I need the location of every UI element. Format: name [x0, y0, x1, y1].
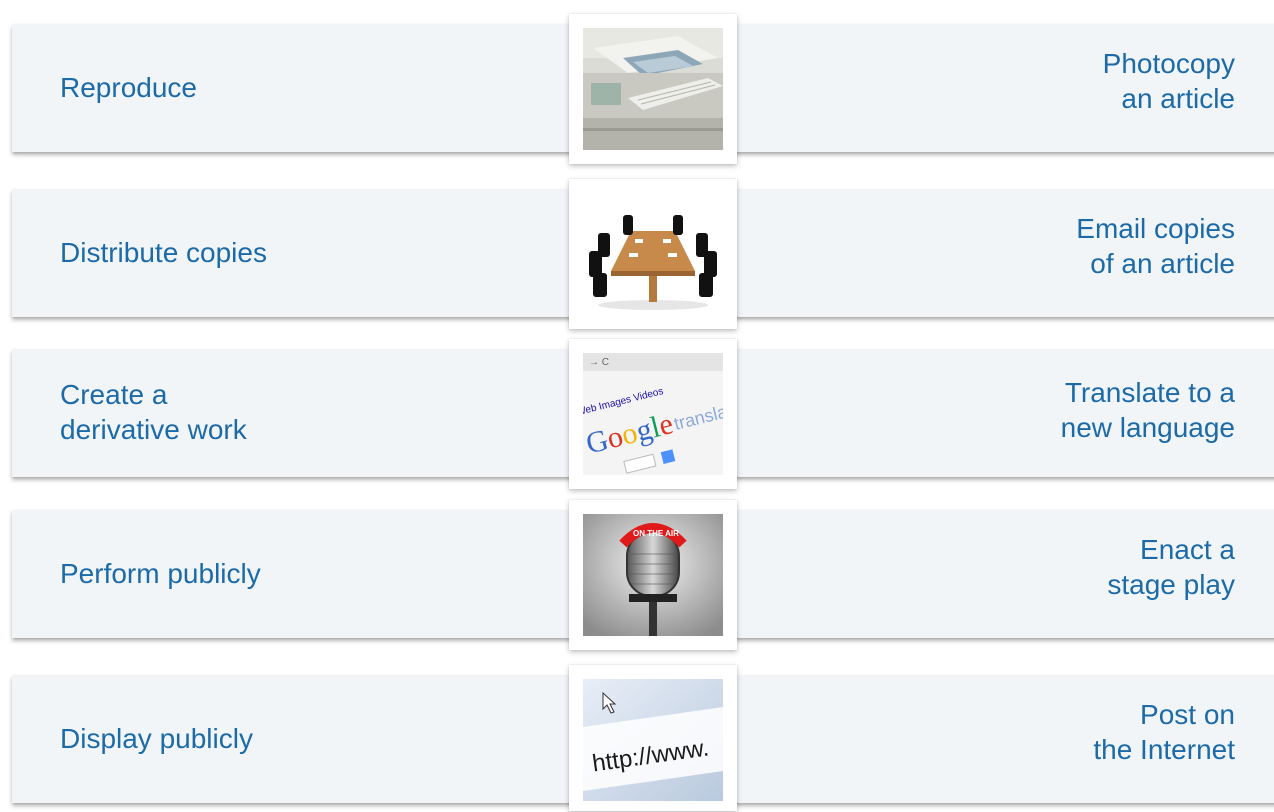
photo-frame: → C Web Images Videos Google translate	[569, 339, 737, 489]
example-label: Email copies of an article	[1076, 213, 1235, 279]
example-label: Post on the Internet	[1093, 699, 1235, 765]
svg-text:→ C: → C	[589, 357, 609, 368]
row-distribute: Distribute copies Email copies of an art…	[0, 179, 1274, 329]
google-translate-icon: → C Web Images Videos Google translate	[583, 353, 723, 475]
right-panel: Email copies of an article	[730, 189, 1274, 317]
row-perform: Perform publicly Enact a stage play ON T…	[0, 500, 1274, 650]
left-panel: Reproduce	[12, 24, 580, 152]
on-air-text: ON THE AIR	[633, 529, 679, 538]
left-panel: Distribute copies	[12, 189, 580, 317]
browser-url-icon: http://www.	[583, 679, 723, 801]
row-derivative: Create a derivative work Translate to a …	[0, 339, 1274, 489]
right-label: Reproduce	[60, 72, 197, 103]
photo-frame: ON THE AIR	[569, 500, 737, 650]
right-panel: Translate to a new language	[730, 349, 1274, 477]
right-label: Display publicly	[60, 723, 253, 754]
example-label: Translate to a new language	[1060, 377, 1235, 443]
example-label: Enact a stage play	[1107, 534, 1235, 600]
left-panel: Perform publicly	[12, 510, 580, 638]
on-air-microphone-icon: ON THE AIR	[583, 514, 723, 636]
example-label: Photocopy an article	[1102, 48, 1235, 114]
right-panel: Enact a stage play	[730, 510, 1274, 638]
meeting-table-icon	[583, 193, 723, 315]
right-label: Distribute copies	[60, 237, 267, 268]
photo-frame	[569, 14, 737, 164]
photocopier-icon	[583, 28, 723, 150]
photo-frame: http://www.	[569, 665, 737, 811]
right-label: Create a derivative work	[60, 379, 247, 445]
left-panel: Display publicly	[12, 675, 580, 803]
row-reproduce: Reproduce Photocopy an article	[0, 14, 1274, 164]
left-panel: Create a derivative work	[12, 349, 580, 477]
row-display: Display publicly Post on the Internet ht…	[0, 665, 1274, 811]
right-panel: Post on the Internet	[730, 675, 1274, 803]
photo-frame	[569, 179, 737, 329]
right-panel: Photocopy an article	[730, 24, 1274, 152]
right-label: Perform publicly	[60, 558, 261, 589]
